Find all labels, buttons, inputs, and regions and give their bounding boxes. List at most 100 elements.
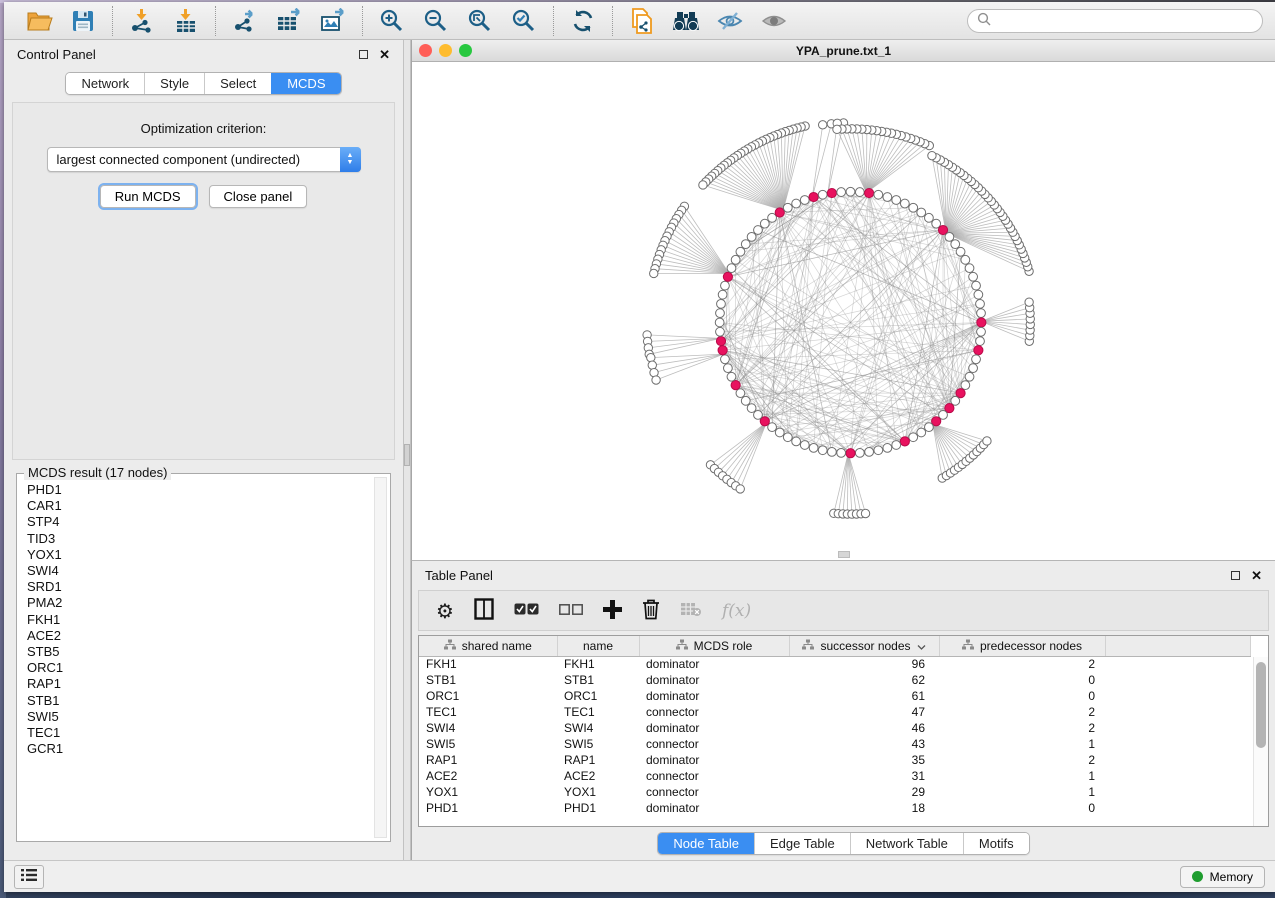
zoom-in-button[interactable] bbox=[374, 6, 410, 36]
network-node[interactable] bbox=[855, 188, 864, 197]
table-scrollbar[interactable] bbox=[1253, 657, 1268, 826]
table-row[interactable]: STB1STB1dominator620 bbox=[419, 672, 1250, 688]
export-image-button[interactable] bbox=[315, 6, 351, 36]
maximize-window-icon[interactable] bbox=[459, 44, 472, 57]
show-task-history-button[interactable] bbox=[14, 865, 44, 889]
cell-shared-name[interactable]: ORC1 bbox=[419, 688, 557, 704]
network-node[interactable] bbox=[792, 437, 801, 446]
zoom-fit-button[interactable] bbox=[462, 6, 498, 36]
float-table-panel-icon[interactable] bbox=[1231, 571, 1240, 580]
cell-predecessor-nodes[interactable]: 1 bbox=[939, 784, 1105, 800]
cell-successor-nodes[interactable]: 18 bbox=[789, 800, 939, 816]
network-node[interactable] bbox=[900, 199, 909, 208]
cell-shared-name[interactable]: SWI5 bbox=[419, 736, 557, 752]
network-node[interactable] bbox=[721, 281, 730, 290]
tab-network-table[interactable]: Network Table bbox=[850, 833, 963, 854]
network-node[interactable] bbox=[956, 247, 965, 256]
run-mcds-button[interactable]: Run MCDS bbox=[100, 185, 196, 208]
add-row-button[interactable] bbox=[603, 600, 622, 622]
cell-successor-nodes[interactable]: 47 bbox=[789, 704, 939, 720]
network-node[interactable] bbox=[972, 281, 981, 290]
mcds-result-item[interactable]: PMA2 bbox=[27, 595, 387, 611]
leaf-node[interactable] bbox=[652, 376, 660, 384]
network-node[interactable] bbox=[925, 213, 934, 222]
table-row[interactable]: FKH1FKH1dominator962 bbox=[419, 656, 1250, 672]
network-node[interactable] bbox=[783, 203, 792, 212]
close-window-icon[interactable] bbox=[419, 44, 432, 57]
tab-style[interactable]: Style bbox=[144, 73, 204, 94]
network-node[interactable] bbox=[945, 232, 954, 241]
cell-mcds-role[interactable]: connector bbox=[639, 768, 789, 784]
network-node[interactable] bbox=[768, 213, 777, 222]
dominator-node[interactable] bbox=[846, 449, 855, 458]
mcds-result-item[interactable]: TID3 bbox=[27, 531, 387, 547]
leaf-node[interactable] bbox=[833, 125, 841, 133]
column-header-mcds-role[interactable]: MCDS role bbox=[639, 636, 789, 656]
network-node[interactable] bbox=[969, 272, 978, 281]
zoom-out-button[interactable] bbox=[418, 6, 454, 36]
cell-successor-nodes[interactable]: 35 bbox=[789, 752, 939, 768]
close-panel-button[interactable]: Close panel bbox=[209, 185, 308, 208]
show-all-button[interactable] bbox=[756, 6, 792, 36]
network-node[interactable] bbox=[716, 309, 725, 318]
minimize-window-icon[interactable] bbox=[439, 44, 452, 57]
delete-row-button[interactable] bbox=[642, 599, 660, 623]
network-node[interactable] bbox=[874, 190, 883, 199]
cell-name[interactable]: SWI4 bbox=[557, 720, 639, 736]
network-node[interactable] bbox=[977, 327, 986, 336]
cell-predecessor-nodes[interactable]: 2 bbox=[939, 656, 1105, 672]
network-node[interactable] bbox=[874, 446, 883, 455]
cell-predecessor-nodes[interactable]: 2 bbox=[939, 704, 1105, 720]
cell-name[interactable]: STB1 bbox=[557, 672, 639, 688]
cell-predecessor-nodes[interactable]: 0 bbox=[939, 672, 1105, 688]
select-columns-button[interactable] bbox=[474, 598, 494, 623]
open-file-button[interactable] bbox=[21, 6, 57, 36]
table-row[interactable]: ACE2ACE2connector311 bbox=[419, 768, 1250, 784]
network-node[interactable] bbox=[818, 190, 827, 199]
cell-shared-name[interactable]: ACE2 bbox=[419, 768, 557, 784]
float-panel-icon[interactable] bbox=[359, 50, 368, 59]
close-table-panel-icon[interactable]: ✕ bbox=[1251, 569, 1262, 582]
cell-name[interactable]: SWI5 bbox=[557, 736, 639, 752]
network-node[interactable] bbox=[717, 299, 726, 308]
cell-shared-name[interactable]: PHD1 bbox=[419, 800, 557, 816]
network-node[interactable] bbox=[827, 447, 836, 456]
select-all-button[interactable] bbox=[514, 603, 539, 618]
dominator-node[interactable] bbox=[865, 188, 874, 197]
cell-shared-name[interactable]: TEC1 bbox=[419, 704, 557, 720]
tab-mcds[interactable]: MCDS bbox=[271, 73, 340, 94]
cell-mcds-role[interactable]: dominator bbox=[639, 800, 789, 816]
cell-predecessor-nodes[interactable]: 0 bbox=[939, 800, 1105, 816]
zoom-selected-button[interactable] bbox=[506, 6, 542, 36]
search-input[interactable] bbox=[997, 14, 1253, 28]
network-node[interactable] bbox=[721, 355, 730, 364]
vertical-splitter[interactable] bbox=[403, 40, 411, 860]
refresh-layout-button[interactable] bbox=[565, 6, 601, 36]
network-node[interactable] bbox=[775, 428, 784, 437]
table-row[interactable]: ORC1ORC1dominator610 bbox=[419, 688, 1250, 704]
cell-mcds-role[interactable]: dominator bbox=[639, 720, 789, 736]
network-node[interactable] bbox=[741, 240, 750, 249]
clone-network-button[interactable] bbox=[624, 6, 660, 36]
leaf-node[interactable] bbox=[736, 485, 744, 493]
mcds-result-item[interactable]: ACE2 bbox=[27, 628, 387, 644]
mcds-result-item[interactable]: SWI4 bbox=[27, 563, 387, 579]
network-node[interactable] bbox=[837, 448, 846, 457]
cell-name[interactable]: TEC1 bbox=[557, 704, 639, 720]
mcds-result-item[interactable]: ORC1 bbox=[27, 660, 387, 676]
dominator-node[interactable] bbox=[900, 437, 909, 446]
cell-mcds-role[interactable]: connector bbox=[639, 784, 789, 800]
network-node[interactable] bbox=[976, 299, 985, 308]
network-node[interactable] bbox=[800, 196, 809, 205]
network-node[interactable] bbox=[736, 389, 745, 398]
network-node[interactable] bbox=[837, 188, 846, 197]
leaf-node[interactable] bbox=[1025, 298, 1033, 306]
column-header-shared-name[interactable]: shared name bbox=[419, 636, 557, 656]
column-header-name[interactable]: name bbox=[557, 636, 639, 656]
network-node[interactable] bbox=[809, 444, 818, 453]
search-field[interactable] bbox=[967, 9, 1263, 33]
dominator-node[interactable] bbox=[827, 188, 836, 197]
network-node[interactable] bbox=[951, 240, 960, 249]
network-node[interactable] bbox=[731, 255, 740, 264]
optimization-criterion-select[interactable]: largest connected component (undirected)… bbox=[47, 147, 361, 172]
